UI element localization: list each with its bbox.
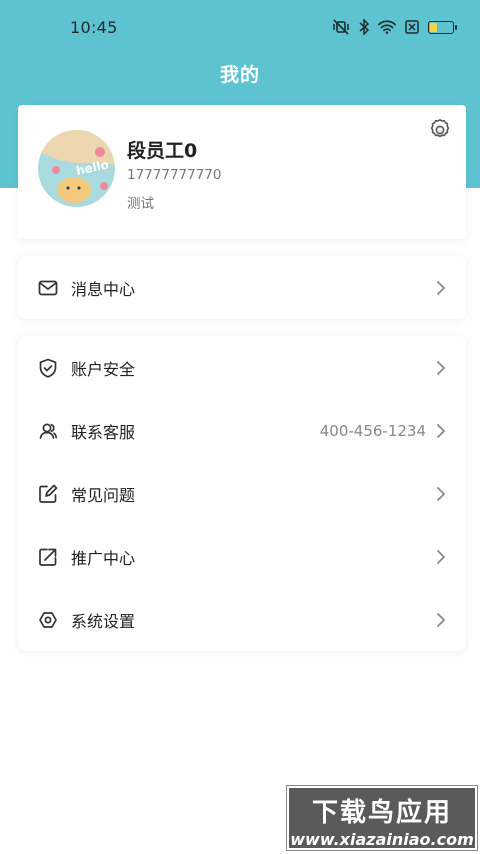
profile-name: 段员工0 bbox=[127, 140, 198, 162]
menu-item-faq[interactable]: 常见问题 bbox=[18, 462, 466, 525]
gear-icon bbox=[430, 119, 450, 138]
no-sim-icon bbox=[405, 20, 419, 34]
menu-item-customer-service[interactable]: 联系客服 400-456-1234 bbox=[18, 399, 466, 462]
watermark-url: www.xiazainiao.com bbox=[290, 830, 474, 849]
menu-card-main: 账户安全 联系客服 400-456-1234 常见问题 推广中心 系统设置 bbox=[18, 336, 466, 651]
shield-check-icon bbox=[38, 358, 58, 378]
avatar[interactable]: hello bbox=[38, 130, 115, 207]
wifi-icon bbox=[378, 20, 396, 34]
mute-vibrate-icon bbox=[332, 19, 350, 35]
watermark-logo: 下载鸟应用 www.xiazainiao.com bbox=[286, 785, 478, 851]
edit-square-icon bbox=[38, 484, 58, 504]
settings-gear-button[interactable] bbox=[428, 118, 452, 142]
chevron-right-icon bbox=[436, 486, 446, 502]
profile-card[interactable]: hello 段员工0 17777777770 测试 bbox=[18, 105, 466, 239]
chevron-right-icon bbox=[436, 280, 446, 296]
hexagon-settings-icon bbox=[38, 610, 58, 630]
mail-icon bbox=[38, 278, 58, 298]
menu-item-label: 常见问题 bbox=[71, 485, 136, 505]
battery-icon bbox=[428, 20, 457, 34]
menu-item-label: 联系客服 bbox=[71, 422, 136, 442]
chevron-right-icon bbox=[436, 423, 446, 439]
page-title: 我的 bbox=[219, 64, 260, 86]
menu-item-message-center[interactable]: 消息中心 bbox=[18, 256, 466, 319]
bluetooth-icon bbox=[359, 19, 369, 35]
menu-item-account-security[interactable]: 账户安全 bbox=[18, 336, 466, 399]
share-external-icon bbox=[38, 547, 58, 567]
menu-item-label: 推广中心 bbox=[71, 548, 136, 568]
chevron-right-icon bbox=[436, 549, 446, 565]
chevron-right-icon bbox=[436, 612, 446, 628]
menu-item-label: 账户安全 bbox=[71, 359, 136, 379]
profile-phone: 17777777770 bbox=[127, 167, 222, 183]
watermark-title: 下载鸟应用 bbox=[311, 798, 452, 828]
status-bar: 10:45 bbox=[0, 0, 480, 54]
status-icons bbox=[332, 19, 457, 35]
status-time: 10:45 bbox=[70, 17, 118, 37]
menu-item-label: 消息中心 bbox=[71, 279, 136, 299]
contacts-icon bbox=[38, 421, 58, 441]
menu-item-promotion-center[interactable]: 推广中心 bbox=[18, 525, 466, 588]
service-phone-value: 400-456-1234 bbox=[319, 421, 426, 440]
profile-note: 测试 bbox=[127, 196, 154, 212]
menu-item-label: 系统设置 bbox=[71, 611, 136, 631]
battery-fill bbox=[430, 22, 437, 32]
chevron-right-icon bbox=[436, 360, 446, 376]
menu-card-messages: 消息中心 bbox=[18, 256, 466, 319]
menu-item-system-settings[interactable]: 系统设置 bbox=[18, 588, 466, 651]
